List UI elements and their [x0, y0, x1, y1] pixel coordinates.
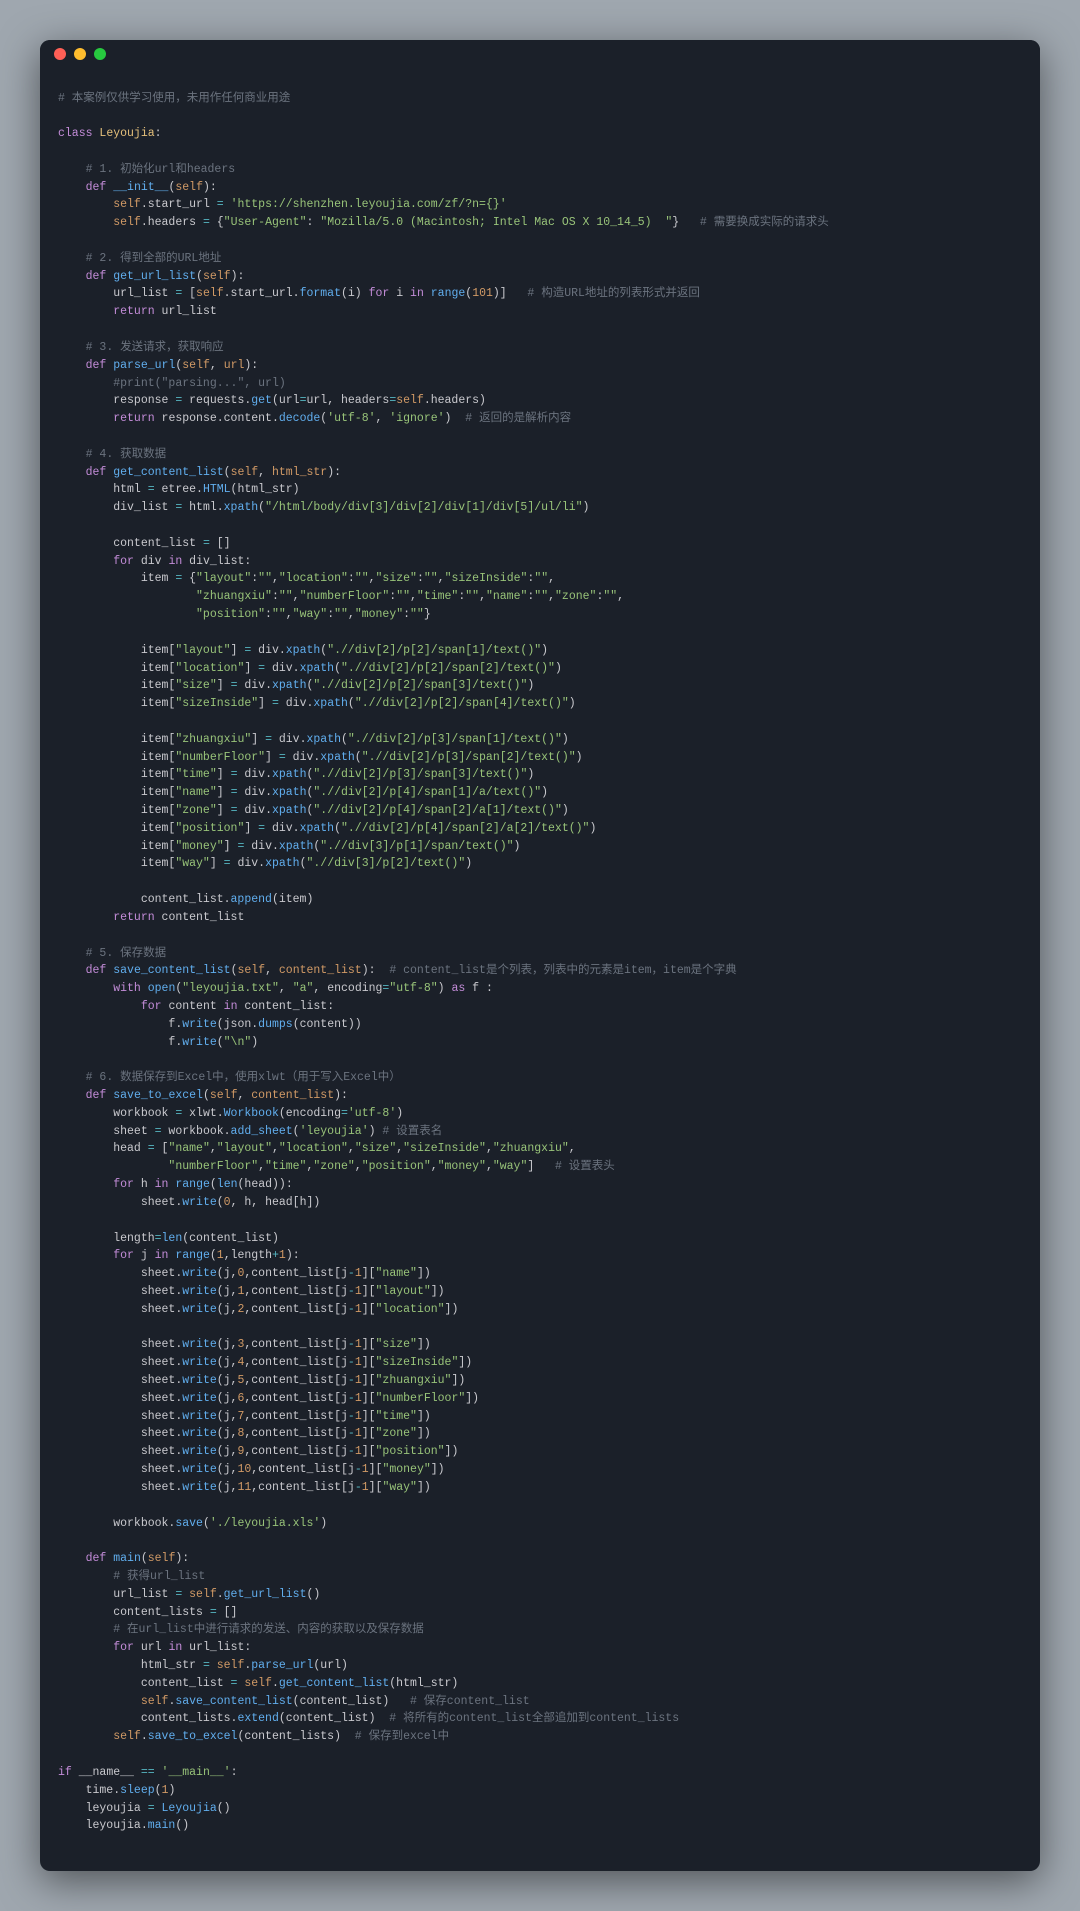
code-line: "zhuangxiu":"","numberFloor":"","time":"…	[58, 590, 624, 603]
code-line: content_lists.extend(content_list) # 将所有…	[58, 1712, 679, 1725]
code-line: with open("leyoujia.txt", "a", encoding=…	[58, 982, 493, 995]
code-line: # 本案例仅供学习使用，未用作任何商业用途	[58, 92, 290, 105]
code-line: workbook = xlwt.Workbook(encoding='utf-8…	[58, 1107, 403, 1120]
code-line: f.write("\n")	[58, 1036, 258, 1049]
code-line: sheet.write(j,10,content_list[j-1]["mone…	[58, 1463, 445, 1476]
code-line: sheet.write(j,4,content_list[j-1]["sizeI…	[58, 1356, 472, 1369]
code-line: response = requests.get(url=url, headers…	[58, 394, 486, 407]
code-line: item["sizeInside"] = div.xpath(".//div[2…	[58, 697, 576, 710]
code-line: return response.content.decode('utf-8', …	[58, 412, 571, 425]
code-line: sheet.write(j,9,content_list[j-1]["posit…	[58, 1445, 458, 1458]
code-line: url_list = self.get_url_list()	[58, 1588, 320, 1601]
code-line: item["way"] = div.xpath(".//div[3]/p[2]/…	[58, 857, 472, 870]
code-line: "position":"","way":"","money":""}	[58, 608, 431, 621]
code-line: for url in url_list:	[58, 1641, 251, 1654]
code-line: item["position"] = div.xpath(".//div[2]/…	[58, 822, 596, 835]
code-line: "numberFloor","time","zone","position","…	[58, 1160, 615, 1173]
code-line: sheet.write(0, h, head[h])	[58, 1196, 320, 1209]
code-line: url_list = [self.start_url.format(i) for…	[58, 287, 700, 300]
code-line: workbook.save('./leyoujia.xls')	[58, 1517, 327, 1530]
code-line: return content_list	[58, 911, 244, 924]
code-line: item["zhuangxiu"] = div.xpath(".//div[2]…	[58, 733, 569, 746]
code-line: item = {"layout":"","location":"","size"…	[58, 572, 555, 585]
code-line: # 4. 获取数据	[58, 448, 166, 461]
code-editor[interactable]: # 本案例仅供学习使用，未用作任何商业用途 class Leyoujia: # …	[40, 80, 1040, 1860]
code-line: html_str = self.parse_url(url)	[58, 1659, 348, 1672]
code-line: def __init__(self):	[58, 181, 217, 194]
code-line: item["layout"] = div.xpath(".//div[2]/p[…	[58, 644, 548, 657]
code-line: sheet.write(j,2,content_list[j-1]["locat…	[58, 1303, 458, 1316]
code-line: content_list = []	[58, 537, 231, 550]
code-line: return url_list	[58, 305, 217, 318]
code-line: item["time"] = div.xpath(".//div[2]/p[3]…	[58, 768, 534, 781]
code-line: if __name__ == '__main__':	[58, 1766, 237, 1779]
code-line: self.save_to_excel(content_lists) # 保存到e…	[58, 1730, 449, 1743]
code-line: # 获得url_list	[58, 1570, 205, 1583]
code-line: item["size"] = div.xpath(".//div[2]/p[2]…	[58, 679, 534, 692]
code-line: f.write(json.dumps(content))	[58, 1018, 362, 1031]
code-line: # 在url_list中进行请求的发送、内容的获取以及保存数据	[58, 1623, 424, 1636]
code-line: sheet.write(j,6,content_list[j-1]["numbe…	[58, 1392, 479, 1405]
maximize-icon[interactable]	[94, 48, 106, 60]
code-line: def get_content_list(self, html_str):	[58, 466, 341, 479]
code-line: div_list = html.xpath("/html/body/div[3]…	[58, 501, 589, 514]
code-line: for j in range(1,length+1):	[58, 1249, 300, 1262]
code-line: #print("parsing...", url)	[58, 377, 286, 390]
code-line: content_list.append(item)	[58, 893, 313, 906]
code-line: self.save_content_list(content_list) # 保…	[58, 1695, 530, 1708]
code-line: def parse_url(self, url):	[58, 359, 258, 372]
code-line: head = ["name","layout","location","size…	[58, 1142, 576, 1155]
code-line: sheet.write(j,0,content_list[j-1]["name"…	[58, 1267, 431, 1280]
code-line: # 2. 得到全部的URL地址	[58, 252, 221, 265]
code-line: sheet.write(j,7,content_list[j-1]["time"…	[58, 1410, 431, 1423]
code-line: sheet.write(j,11,content_list[j-1]["way"…	[58, 1481, 431, 1494]
code-line: html = etree.HTML(html_str)	[58, 483, 300, 496]
code-line: time.sleep(1)	[58, 1784, 175, 1797]
code-line: # 1. 初始化url和headers	[58, 163, 235, 176]
code-line: def get_url_list(self):	[58, 270, 244, 283]
code-line: sheet.write(j,3,content_list[j-1]["size"…	[58, 1338, 431, 1351]
code-line: sheet.write(j,5,content_list[j-1]["zhuan…	[58, 1374, 465, 1387]
code-line: for h in range(len(head)):	[58, 1178, 293, 1191]
code-line: self.headers = {"User-Agent": "Mozilla/5…	[58, 216, 829, 229]
code-line: sheet.write(j,1,content_list[j-1]["layou…	[58, 1285, 445, 1298]
code-line: self.start_url = 'https://shenzhen.leyou…	[58, 198, 507, 211]
code-line: sheet.write(j,8,content_list[j-1]["zone"…	[58, 1427, 431, 1440]
code-line: item["money"] = div.xpath(".//div[3]/p[1…	[58, 840, 520, 853]
code-line: content_lists = []	[58, 1606, 237, 1619]
code-window: # 本案例仅供学习使用，未用作任何商业用途 class Leyoujia: # …	[40, 40, 1040, 1871]
code-line: leyoujia = Leyoujia()	[58, 1802, 231, 1815]
code-line: leyoujia.main()	[58, 1819, 189, 1832]
code-line: def save_content_list(self, content_list…	[58, 964, 737, 977]
code-line: def main(self):	[58, 1552, 189, 1565]
minimize-icon[interactable]	[74, 48, 86, 60]
code-line: # 3. 发送请求，获取响应	[58, 341, 224, 354]
titlebar	[40, 40, 1040, 68]
code-line: item["location"] = div.xpath(".//div[2]/…	[58, 662, 562, 675]
code-line: content_list = self.get_content_list(htm…	[58, 1677, 458, 1690]
code-line: def save_to_excel(self, content_list):	[58, 1089, 348, 1102]
code-line: for div in div_list:	[58, 555, 251, 568]
code-line: item["numberFloor"] = div.xpath(".//div[…	[58, 751, 583, 764]
code-line: for content in content_list:	[58, 1000, 334, 1013]
code-line: # 5. 保存数据	[58, 947, 166, 960]
code-line: class Leyoujia:	[58, 127, 162, 140]
code-line: length=len(content_list)	[58, 1232, 279, 1245]
code-line: item["name"] = div.xpath(".//div[2]/p[4]…	[58, 786, 548, 799]
close-icon[interactable]	[54, 48, 66, 60]
code-line: item["zone"] = div.xpath(".//div[2]/p[4]…	[58, 804, 569, 817]
code-line: # 6. 数据保存到Excel中，使用xlwt（用于写入Excel中）	[58, 1071, 401, 1084]
code-line: sheet = workbook.add_sheet('leyoujia') #…	[58, 1125, 442, 1138]
